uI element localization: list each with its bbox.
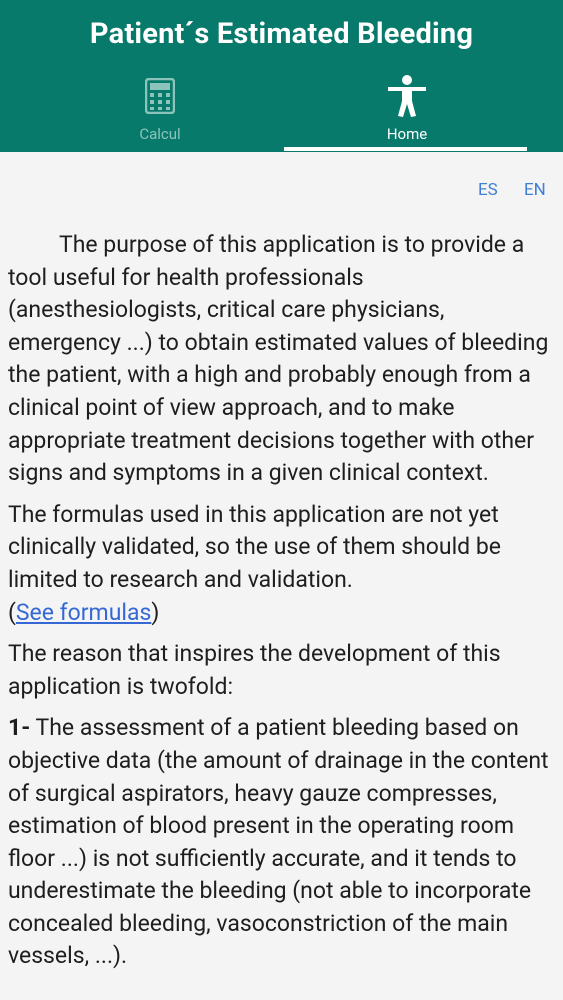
purpose-paragraph: The purpose of this application is to pr… [8,231,549,487]
formulas-paragraph: The formulas used in this application ar… [8,499,561,629]
paren-close: ) [151,598,160,626]
reason-number: 1- [8,714,31,742]
language-es-link[interactable]: ES [478,180,498,200]
paren-open: ( [8,598,16,626]
formulas-text: The formulas used in this application ar… [8,500,501,593]
reason-paragraph: The reason that inspires the development… [8,640,501,700]
tab-home[interactable]: Home [283,74,531,152]
reason-one-text: The assessment of a patient bleeding bas… [8,714,549,970]
intro-content: The purpose of this application is to pr… [8,229,561,973]
calculator-icon [145,74,175,118]
tab-indicator [284,147,527,151]
language-en-link[interactable]: EN [524,180,546,200]
person-accessibility-icon [385,74,429,118]
tab-calcul-label: Calcul [139,125,181,143]
see-formulas-link[interactable]: See formulas [16,599,151,626]
tab-calcul[interactable]: Calcul [36,74,284,152]
app-header: Patient´s Estimated Bleeding Calcul Home [0,0,563,152]
page-title: Patient´s Estimated Bleeding [89,17,474,51]
reason-one-paragraph: 1- The assessment of a patient bleeding … [8,712,561,973]
tab-home-label: Home [386,125,428,143]
